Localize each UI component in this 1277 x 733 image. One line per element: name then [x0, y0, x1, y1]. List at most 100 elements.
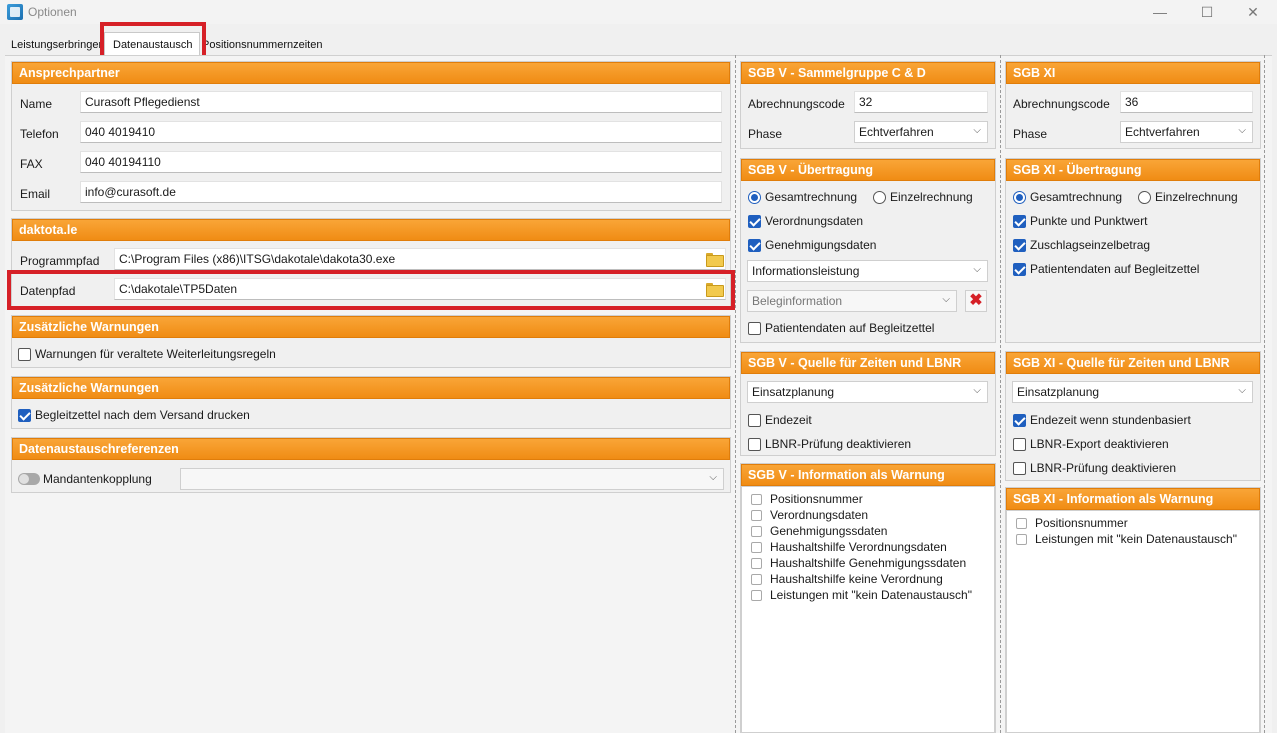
panel-referenzen: Datenaustauschreferenzen Mandantenkopplu…: [11, 437, 731, 493]
sgb11-info-list: Positionsnummer Leistungen mit "kein Dat…: [1006, 510, 1260, 733]
tab-leistungserbringer[interactable]: Leistungserbringer: [11, 36, 102, 55]
radio-gesamtrechnung[interactable]: Gesamtrechnung: [748, 190, 857, 204]
programmpfad-field[interactable]: C:\Program Files (x86)\ITSG\dakotale\dak…: [114, 248, 726, 270]
checkbox-box[interactable]: [748, 321, 761, 335]
folder-icon[interactable]: [706, 253, 724, 267]
tab-datenaustausch[interactable]: Datenaustausch: [104, 32, 200, 56]
delete-icon[interactable]: ✖: [965, 290, 987, 312]
panel-sgb5-info: SGB V - Information als Warnung Position…: [740, 463, 996, 733]
list-item[interactable]: Haushaltshilfe keine Verordnung: [751, 572, 943, 586]
radio-einzelrechnung[interactable]: Einzelrechnung: [873, 190, 973, 204]
checkbox-lbnr-pruefung[interactable]: LBNR-Prüfung deaktivieren: [1013, 461, 1176, 475]
select-value: Einsatzplanung: [752, 385, 835, 399]
checkbox-verordnungsdaten[interactable]: Verordnungsdaten: [748, 214, 863, 228]
programmpfad-label: Programmpfad: [20, 254, 100, 268]
quelle-select[interactable]: Einsatzplanung ⌵: [1012, 381, 1253, 403]
tab-bar: Leistungserbringer Datenaustausch Positi…: [0, 30, 1277, 56]
panel-header: Zusätzliche Warnungen: [12, 377, 730, 399]
chevron-down-icon: ⌵: [973, 264, 981, 275]
checkbox-box[interactable]: [1016, 517, 1027, 529]
checkbox-zuschlagseinzelbetrag[interactable]: Zuschlagseinzelbetrag: [1013, 238, 1150, 252]
phase-select[interactable]: Echtverfahren ⌵: [854, 121, 988, 143]
checkbox-genehmigungsdaten[interactable]: Genehmigungsdaten: [748, 238, 876, 252]
checkbox-lbnr-pruefung[interactable]: LBNR-Prüfung deaktivieren: [748, 437, 911, 451]
radio-button[interactable]: [748, 190, 761, 204]
informationsleistung-select[interactable]: Informationsleistung ⌵: [747, 260, 988, 282]
checkbox-punkte-punktwert[interactable]: Punkte und Punktwert: [1013, 214, 1147, 228]
checkbox-box[interactable]: [751, 493, 762, 505]
checkbox-lbnr-export[interactable]: LBNR-Export deaktivieren: [1013, 437, 1169, 451]
abrechnungscode-label: Abrechnungscode: [748, 97, 845, 111]
name-label: Name: [20, 97, 53, 111]
list-item[interactable]: Genehmigungssdaten: [751, 524, 887, 538]
radio-einzelrechnung[interactable]: Einzelrechnung: [1138, 190, 1238, 204]
beleginformation-select[interactable]: Beleginformation ⌵: [747, 290, 957, 312]
name-field[interactable]: Curasoft Pflegedienst: [80, 91, 722, 113]
checkbox-box[interactable]: [1013, 437, 1026, 451]
checkbox-box[interactable]: [751, 557, 762, 569]
column-separator: [1264, 55, 1265, 733]
abrechnungscode-field[interactable]: 36: [1120, 91, 1253, 113]
datenpfad-field[interactable]: C:\dakotale\TP5Daten: [114, 278, 726, 300]
list-item[interactable]: Haushaltshilfe Verordnungsdaten: [751, 540, 947, 554]
list-item[interactable]: Positionsnummer: [1016, 516, 1128, 530]
checkbox-box[interactable]: [1013, 461, 1026, 475]
checkbox-label: Patientendaten auf Begleitzettel: [1030, 262, 1200, 276]
checkbox-box[interactable]: [18, 408, 31, 422]
checkbox-box[interactable]: [748, 437, 761, 451]
checkbox-begleitzettel-drucken[interactable]: Begleitzettel nach dem Versand drucken: [18, 408, 250, 422]
radio-button[interactable]: [1013, 190, 1026, 204]
radio-button[interactable]: [1138, 190, 1151, 204]
checkbox-box[interactable]: [751, 509, 762, 521]
checkbox-box[interactable]: [748, 214, 761, 228]
list-item[interactable]: Positionsnummer: [751, 492, 863, 506]
maximize-button[interactable]: ☐: [1195, 2, 1219, 22]
panel-header: SGB XI - Quelle für Zeiten und LBNR: [1006, 352, 1260, 374]
checkbox-box[interactable]: [1016, 533, 1027, 545]
checkbox-endezeit-stundenbasiert[interactable]: Endezeit wenn stundenbasiert: [1013, 413, 1191, 427]
email-field[interactable]: info@curasoft.de: [80, 181, 722, 203]
list-item[interactable]: Verordnungsdaten: [751, 508, 868, 522]
checkbox-box[interactable]: [1013, 238, 1026, 252]
list-item[interactable]: Leistungen mit "kein Datenaustausch": [1016, 532, 1237, 546]
checkbox-endezeit[interactable]: Endezeit: [748, 413, 812, 427]
mandantenkopplung-toggle[interactable]: [18, 473, 40, 485]
checkbox-patientendaten[interactable]: Patientendaten auf Begleitzettel: [1013, 262, 1199, 276]
checkbox-box[interactable]: [748, 238, 761, 252]
minimize-button[interactable]: —: [1148, 2, 1172, 22]
mandantenkopplung-label: Mandantenkopplung: [43, 472, 152, 486]
item-label: Haushaltshilfe Genehmigungssdaten: [770, 556, 967, 570]
radio-gesamtrechnung[interactable]: Gesamtrechnung: [1013, 190, 1122, 204]
fax-field[interactable]: 040 40194110: [80, 151, 722, 173]
checkbox-box[interactable]: [748, 413, 761, 427]
tab-positionsnummernzeiten[interactable]: Positionsnummernzeiten: [202, 36, 322, 55]
checkbox-box[interactable]: [1013, 413, 1026, 427]
checkbox-patientendaten[interactable]: Patientendaten auf Begleitzettel: [748, 321, 934, 335]
checkbox-box[interactable]: [751, 525, 762, 537]
panel-dakota: daktota.le Programmpfad C:\Program Files…: [11, 218, 731, 310]
phase-select[interactable]: Echtverfahren ⌵: [1120, 121, 1253, 143]
telefon-field[interactable]: 040 4019410: [80, 121, 722, 143]
checkbox-label: Warnungen für veraltete Weiterleitungsre…: [35, 347, 276, 361]
abrechnungscode-label: Abrechnungscode: [1013, 97, 1110, 111]
radio-button[interactable]: [873, 190, 886, 204]
checkbox-label: Endezeit: [765, 413, 812, 427]
folder-icon[interactable]: [706, 283, 724, 297]
close-button[interactable]: ✕: [1241, 2, 1265, 22]
checkbox-box[interactable]: [1013, 262, 1026, 276]
panel-header: SGB XI - Information als Warnung: [1006, 488, 1260, 510]
checkbox-box[interactable]: [751, 589, 762, 601]
list-item[interactable]: Leistungen mit "kein Datenaustausch": [751, 588, 972, 602]
checkbox-veraltete-weiterleitungsregeln[interactable]: Warnungen für veraltete Weiterleitungsre…: [18, 347, 276, 361]
abrechnungscode-field[interactable]: 32: [854, 91, 988, 113]
app-icon: [7, 4, 23, 20]
list-item[interactable]: Haushaltshilfe Genehmigungssdaten: [751, 556, 966, 570]
checkbox-box[interactable]: [751, 573, 762, 585]
mandantenkopplung-select[interactable]: ⌵: [180, 468, 724, 490]
radio-label: Gesamtrechnung: [1030, 190, 1123, 204]
quelle-select[interactable]: Einsatzplanung ⌵: [747, 381, 988, 403]
column-separator: [1000, 55, 1001, 733]
checkbox-box[interactable]: [751, 541, 762, 553]
checkbox-box[interactable]: [1013, 214, 1026, 228]
checkbox-box[interactable]: [18, 347, 31, 361]
